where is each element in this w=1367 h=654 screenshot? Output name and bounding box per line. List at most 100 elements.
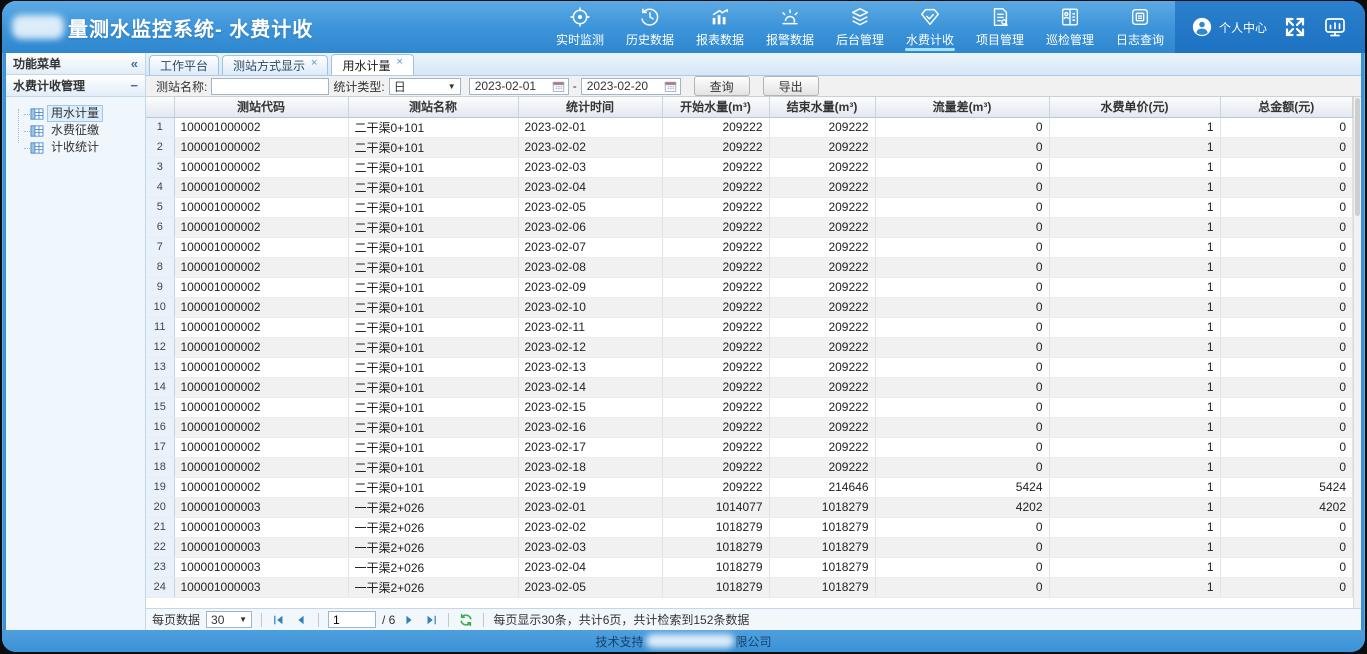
nav-items: 实时监测历史数据报表数据报警数据后台管理水费计收项目管理巡检管理日志查询 — [545, 1, 1175, 53]
refresh-button[interactable] — [458, 612, 474, 628]
per-page-select[interactable]: 30 ▼ — [206, 611, 252, 628]
table-row[interactable]: 3100001000002二干渠0+1012023-02-03209222209… — [146, 157, 1353, 177]
tab-close-icon[interactable]: × — [396, 57, 402, 67]
project-doc-icon — [989, 6, 1011, 28]
tab-3[interactable]: 用水计量× — [331, 54, 413, 75]
sidebar-section-header[interactable]: 水费计收管理 − — [6, 75, 145, 97]
table-cell: 209222 — [662, 117, 769, 137]
table-row[interactable]: 19100001000002二干渠0+1012023-02-1920922221… — [146, 477, 1353, 497]
tab-close-icon[interactable]: × — [311, 58, 317, 68]
table-row[interactable]: 21100001000003一干渠2+0262023-02-0210182791… — [146, 517, 1353, 537]
row-number-cell: 6 — [146, 217, 174, 237]
table-cell: 209222 — [769, 137, 875, 157]
next-page-button[interactable] — [401, 612, 417, 628]
prev-page-button[interactable] — [293, 612, 309, 628]
table-cell: 2023-02-07 — [518, 237, 662, 257]
nav-item-diamond-check[interactable]: 水费计收 — [895, 1, 965, 53]
station-name-input[interactable] — [211, 78, 329, 95]
column-header-1[interactable]: 测站代码 — [174, 97, 348, 117]
column-header-5[interactable]: 结束水量(m³) — [769, 97, 875, 117]
table-row[interactable]: 22100001000003一干渠2+0262023-02-0310182791… — [146, 537, 1353, 557]
page-number-input[interactable] — [328, 611, 376, 628]
nav-item-report-chart[interactable]: 报表数据 — [685, 1, 755, 53]
table-row[interactable]: 23100001000003一干渠2+0262023-02-0410182791… — [146, 557, 1353, 577]
table-cell: 2023-02-01 — [518, 117, 662, 137]
table-row[interactable]: 10100001000002二干渠0+1012023-02-1020922220… — [146, 297, 1353, 317]
realtime-target-icon — [569, 6, 591, 28]
sidebar-item-2[interactable]: 水费征缴 — [12, 122, 141, 139]
table-row[interactable]: 4100001000002二干渠0+1012023-02-04209222209… — [146, 177, 1353, 197]
table-cell: 100001000002 — [174, 117, 348, 137]
table-cell: 2023-02-12 — [518, 337, 662, 357]
table-row[interactable]: 11100001000002二干渠0+1012023-02-1120922220… — [146, 317, 1353, 337]
table-cell: 5424 — [875, 477, 1049, 497]
table-cell: 209222 — [769, 297, 875, 317]
nav-item-realtime-target[interactable]: 实时监测 — [545, 1, 615, 53]
export-button[interactable]: 导出 — [763, 76, 819, 96]
table-cell: 0 — [875, 237, 1049, 257]
table-row[interactable]: 7100001000002二干渠0+1012023-02-07209222209… — [146, 237, 1353, 257]
date-from-input[interactable]: 2023-02-01 — [469, 78, 569, 95]
table-row[interactable]: 8100001000002二干渠0+1012023-02-08209222209… — [146, 257, 1353, 277]
pagination-summary: 每页显示30条，共计6页，共计检索到152条数据 — [493, 611, 749, 628]
tab-1[interactable]: 工作平台 — [149, 55, 219, 75]
table-cell: 209222 — [662, 177, 769, 197]
nav-item-project-doc[interactable]: 项目管理 — [965, 1, 1035, 53]
table-cell: 二干渠0+101 — [348, 237, 518, 257]
nav-item-history-clock[interactable]: 历史数据 — [615, 1, 685, 53]
sidebar-collapse-button[interactable]: « — [131, 56, 138, 71]
date-to-input[interactable]: 2023-02-20 — [581, 78, 681, 95]
separator — [261, 613, 262, 627]
table-row[interactable]: 17100001000002二干渠0+1012023-02-1720922220… — [146, 437, 1353, 457]
first-page-button[interactable] — [271, 612, 287, 628]
table-row[interactable]: 16100001000002二干渠0+1012023-02-1620922220… — [146, 417, 1353, 437]
table-cell: 2023-02-02 — [518, 137, 662, 157]
table-cell: 2023-02-15 — [518, 397, 662, 417]
scrollbar-thumb[interactable] — [1355, 98, 1360, 216]
table-body: 1100001000002二干渠0+1012023-02-01209222209… — [146, 117, 1353, 597]
date-range-separator: - — [573, 79, 577, 93]
column-header-8[interactable]: 总金额(元) — [1220, 97, 1353, 117]
table-row[interactable]: 24100001000003一干渠2+0262023-02-0510182791… — [146, 577, 1353, 597]
table-row[interactable]: 13100001000002二干渠0+1012023-02-1320922220… — [146, 357, 1353, 377]
table-cell: 0 — [1220, 217, 1353, 237]
table-row[interactable]: 15100001000002二干渠0+1012023-02-1520922220… — [146, 397, 1353, 417]
table-row[interactable]: 1100001000002二干渠0+1012023-02-01209222209… — [146, 117, 1353, 137]
table-cell: 100001000002 — [174, 337, 348, 357]
section-collapse-icon[interactable]: − — [130, 78, 138, 93]
table-row[interactable]: 12100001000002二干渠0+1012023-02-1220922220… — [146, 337, 1353, 357]
table-row[interactable]: 2100001000002二干渠0+1012023-02-02209222209… — [146, 137, 1353, 157]
table-cell: 1 — [1049, 277, 1220, 297]
table-cell: 0 — [875, 117, 1049, 137]
fullscreen-button[interactable] — [1283, 15, 1307, 39]
table-row[interactable]: 18100001000002二干渠0+1012023-02-1820922220… — [146, 457, 1353, 477]
table-cell: 2023-02-08 — [518, 257, 662, 277]
sidebar-item-1[interactable]: 用水计量 — [12, 105, 141, 122]
column-header-2[interactable]: 测站名称 — [348, 97, 518, 117]
dashboard-button[interactable] — [1323, 15, 1347, 39]
column-header-6[interactable]: 流量差(m³) — [875, 97, 1049, 117]
table-cell: 0 — [1220, 277, 1353, 297]
query-button[interactable]: 查询 — [694, 76, 750, 96]
tab-2[interactable]: 测站方式显示× — [222, 55, 328, 75]
table-row[interactable]: 14100001000002二干渠0+1012023-02-1420922220… — [146, 377, 1353, 397]
nav-item-alarm-light[interactable]: 报警数据 — [755, 1, 825, 53]
sidebar-item-3[interactable]: 计收统计 — [12, 139, 141, 156]
row-number-cell: 2 — [146, 137, 174, 157]
column-header-3[interactable]: 统计时间 — [518, 97, 662, 117]
last-page-button[interactable] — [423, 612, 439, 628]
stat-type-select[interactable]: 日 ▼ — [389, 78, 461, 95]
nav-item-inspection-book[interactable]: 巡检管理 — [1035, 1, 1105, 53]
table-row[interactable]: 5100001000002二干渠0+1012023-02-05209222209… — [146, 197, 1353, 217]
nav-item-label: 水费计收 — [906, 31, 954, 48]
nav-item-log-calendar[interactable]: 日志查询 — [1105, 1, 1175, 53]
nav-item-layers[interactable]: 后台管理 — [825, 1, 895, 53]
table-scrollbar[interactable] — [1353, 97, 1361, 608]
table-row[interactable]: 9100001000002二干渠0+1012023-02-09209222209… — [146, 277, 1353, 297]
user-center-button[interactable]: 个人中心 — [1191, 16, 1267, 38]
table-row[interactable]: 6100001000002二干渠0+1012023-02-06209222209… — [146, 217, 1353, 237]
column-header-4[interactable]: 开始水量(m³) — [662, 97, 769, 117]
table-row[interactable]: 20100001000003一干渠2+0262023-02-0110140771… — [146, 497, 1353, 517]
table-cell: 209222 — [769, 217, 875, 237]
column-header-7[interactable]: 水费单价(元) — [1049, 97, 1220, 117]
